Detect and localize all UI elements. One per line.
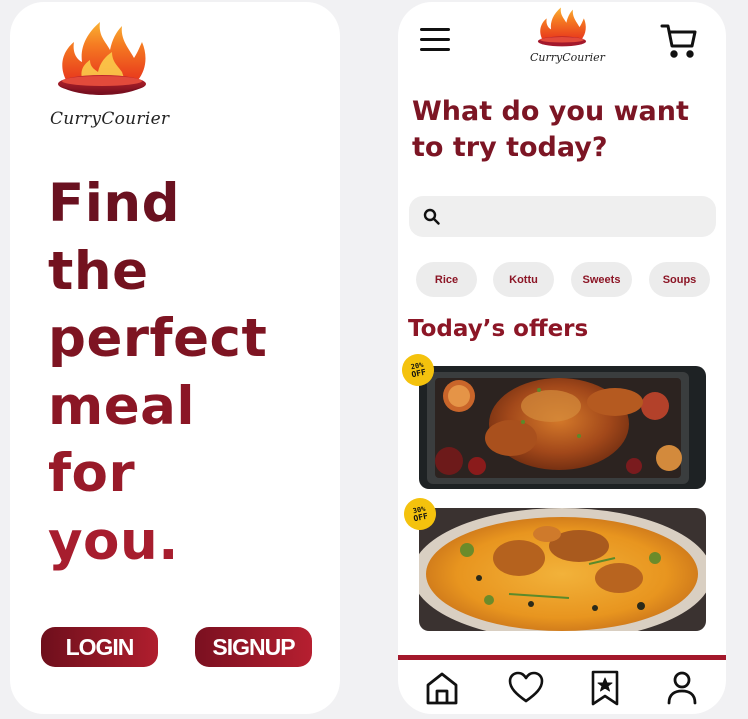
search-icon	[423, 208, 440, 225]
nav-favorites[interactable]	[508, 670, 544, 706]
login-button[interactable]: LOGIN	[41, 627, 158, 667]
brand-logo: CurryCourier	[526, 2, 606, 72]
headline-line: perfect	[48, 308, 268, 369]
search-bar[interactable]	[409, 196, 716, 237]
flame-logo-icon	[58, 22, 146, 95]
category-chip-soups[interactable]: Soups	[649, 262, 710, 297]
headline-line: meal	[48, 375, 196, 437]
discount-text: OFF	[410, 367, 427, 380]
brand-name: CurryCourier	[530, 51, 605, 64]
nav-profile[interactable]	[666, 670, 700, 706]
chicken-biryani-image	[419, 508, 706, 631]
offer-card[interactable]	[419, 508, 706, 631]
headline-line: Find	[48, 173, 181, 234]
offer-card[interactable]	[419, 366, 706, 489]
brand-logo: CurryCourier	[46, 12, 170, 134]
signup-button[interactable]: SIGNUP	[195, 627, 312, 667]
page-title: What do you want to try today?	[412, 96, 689, 163]
headline-line: for	[48, 443, 136, 504]
roast-chicken-image	[419, 366, 706, 489]
heart-icon	[508, 671, 544, 703]
cart-icon[interactable]	[660, 22, 698, 60]
nav-saved[interactable]	[589, 670, 623, 706]
home-screen: CurryCourier What do you want to try tod…	[398, 2, 726, 714]
user-icon	[667, 671, 697, 705]
headline-line: the	[48, 240, 149, 302]
category-chip-kottu[interactable]: Kottu	[493, 262, 554, 297]
home-icon	[426, 672, 458, 705]
offers-title: Today’s offers	[408, 316, 589, 342]
category-chip-rice[interactable]: Rice	[416, 262, 477, 297]
nav-divider	[398, 655, 726, 660]
nav-home[interactable]	[425, 670, 459, 706]
menu-icon[interactable]	[420, 28, 454, 56]
welcome-headline: Find the perfect meal for you.	[48, 170, 328, 575]
category-chips: Rice Kottu Sweets Soups	[416, 262, 716, 298]
welcome-screen: CurryCourier Find the perfect meal for y…	[10, 2, 340, 714]
headline-line: you.	[48, 510, 179, 572]
category-chip-sweets[interactable]: Sweets	[571, 262, 632, 297]
brand-name: CurryCourier	[50, 109, 170, 129]
search-input[interactable]	[449, 204, 704, 229]
discount-text: OFF	[412, 511, 429, 524]
flame-logo-icon	[537, 7, 587, 47]
bookmark-star-icon	[591, 670, 619, 706]
